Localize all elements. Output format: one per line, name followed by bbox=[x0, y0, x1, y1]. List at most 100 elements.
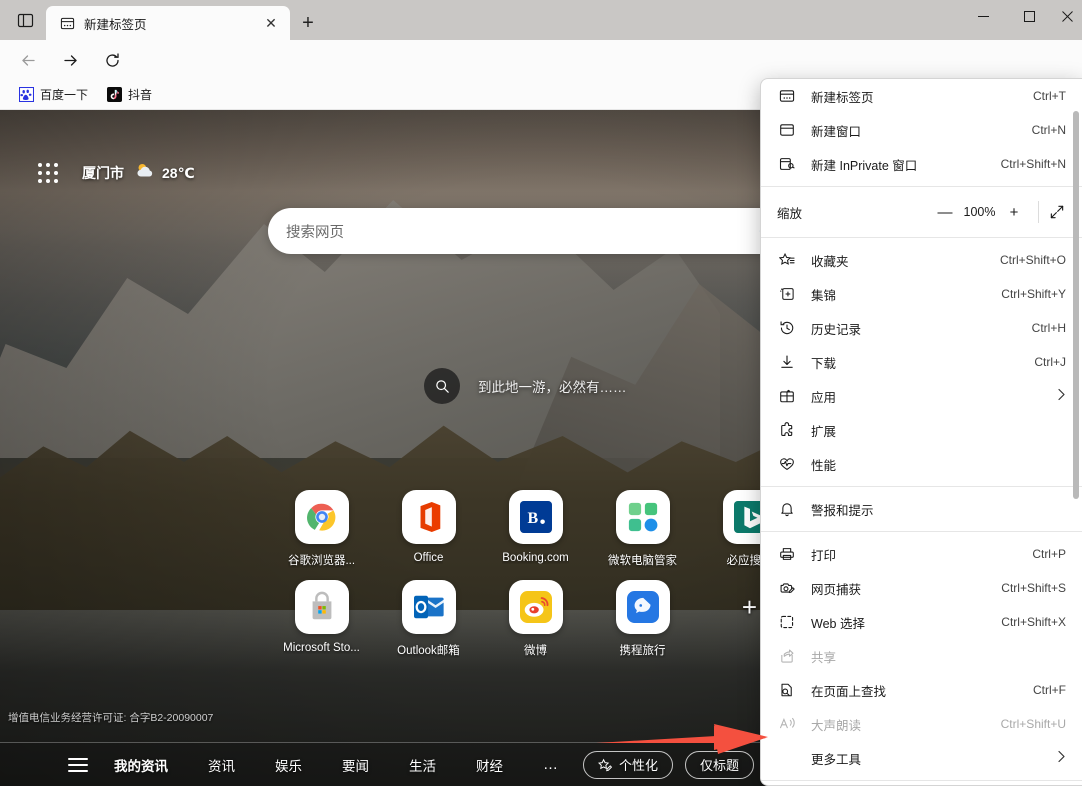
menu-label: 下载 bbox=[811, 356, 837, 371]
new-tab-icon bbox=[777, 86, 797, 106]
tile-microsoft-store[interactable]: Microsoft Sto... bbox=[268, 580, 375, 658]
menu-item-history[interactable]: 历史记录 Ctrl+H bbox=[761, 311, 1082, 345]
tab-title: 新建标签页 bbox=[84, 17, 147, 32]
menu-separator bbox=[761, 486, 1082, 487]
zoom-value: 100% bbox=[963, 205, 996, 219]
menu-item-collections[interactable]: 集锦 Ctrl+Shift+Y bbox=[761, 277, 1082, 311]
news-tab-entertainment[interactable]: 娱乐 bbox=[275, 755, 302, 775]
news-tab-news[interactable]: 资讯 bbox=[208, 755, 235, 775]
collections-icon bbox=[777, 284, 797, 304]
tile-office[interactable]: Office bbox=[375, 490, 482, 568]
menu-item-more-tools[interactable]: 更多工具 bbox=[761, 741, 1082, 775]
close-window-button[interactable] bbox=[1052, 0, 1082, 32]
download-icon bbox=[777, 352, 797, 372]
menu-shortcut: Ctrl+Shift+Y bbox=[1001, 287, 1066, 301]
menu-item-new-window[interactable]: 新建窗口 Ctrl+N bbox=[761, 113, 1082, 147]
tab-actions-icon[interactable] bbox=[10, 6, 40, 34]
weather-temperature: 28℃ bbox=[162, 164, 195, 181]
menu-item-new-tab[interactable]: 新建标签页 Ctrl+T bbox=[761, 79, 1082, 113]
tile-label: Booking.com bbox=[502, 552, 569, 564]
menu-item-web-capture[interactable]: 网页捕获 Ctrl+Shift+S bbox=[761, 571, 1082, 605]
back-arrow-icon[interactable] bbox=[14, 46, 42, 74]
news-tab-headlines[interactable]: 要闻 bbox=[342, 755, 369, 775]
menu-item-web-select[interactable]: Web 选择 Ctrl+Shift+X bbox=[761, 605, 1082, 639]
news-tab-life[interactable]: 生活 bbox=[409, 755, 436, 775]
menu-separator bbox=[761, 186, 1082, 187]
bookmark-item-baidu[interactable]: 百度一下 bbox=[10, 83, 96, 107]
menu-label: 警报和提示 bbox=[811, 503, 874, 518]
app-grid-icon[interactable] bbox=[38, 163, 58, 183]
menu-item-favorites[interactable]: 收藏夹 Ctrl+Shift+O bbox=[761, 243, 1082, 277]
zoom-label: 缩放 bbox=[777, 206, 803, 221]
browser-tab[interactable]: 新建标签页 ✕ bbox=[46, 6, 290, 40]
tile-row-2: Microsoft Sto... Outlook邮箱 微博 携程旅行 + bbox=[268, 580, 828, 670]
zoom-out-button[interactable]: — bbox=[931, 198, 958, 226]
image-caption[interactable]: 到此地一游，必然有…… bbox=[424, 368, 627, 404]
menu-item-downloads[interactable]: 下载 Ctrl+J bbox=[761, 345, 1082, 379]
close-icon[interactable]: ✕ bbox=[260, 12, 282, 34]
browser-settings-menu: 新建标签页 Ctrl+T 新建窗口 Ctrl+N 新建 InPrivate 窗口… bbox=[760, 78, 1082, 786]
title-bar: 新建标签页 ✕ + bbox=[0, 0, 1082, 40]
menu-shortcut: Ctrl+N bbox=[1031, 123, 1066, 137]
menu-label: 扩展 bbox=[811, 424, 837, 439]
shortcut-tiles: 谷歌浏览器... Office B Booking.com 微软电脑管家 必应搜… bbox=[268, 490, 828, 670]
share-icon bbox=[777, 646, 797, 666]
tile-label: Microsoft Sto... bbox=[283, 642, 360, 654]
tile-label: 微软电脑管家 bbox=[608, 555, 677, 567]
image-search-icon[interactable] bbox=[424, 368, 460, 404]
fullscreen-icon[interactable] bbox=[1045, 198, 1070, 226]
partly-cloudy-icon bbox=[134, 162, 158, 184]
web-select-icon bbox=[777, 612, 797, 632]
chevron-right-icon bbox=[1057, 750, 1066, 766]
maximize-button[interactable] bbox=[1006, 0, 1052, 32]
annotation-arrow-icon bbox=[596, 724, 768, 754]
menu-item-print[interactable]: 打印 Ctrl+P bbox=[761, 537, 1082, 571]
new-tab-button[interactable]: + bbox=[294, 9, 322, 37]
tile-ctrip[interactable]: 携程旅行 bbox=[589, 580, 696, 658]
tile-label: Office bbox=[413, 552, 444, 564]
search-placeholder: 搜索网页 bbox=[286, 224, 344, 241]
hamburger-icon[interactable] bbox=[68, 757, 88, 772]
menu-shortcut: Ctrl+P bbox=[1032, 547, 1066, 561]
tile-booking[interactable]: B Booking.com bbox=[482, 490, 589, 568]
menu-scrollbar[interactable] bbox=[1073, 111, 1079, 499]
bell-icon bbox=[777, 499, 797, 519]
menu-item-find-on-page[interactable]: 在页面上查找 Ctrl+F bbox=[761, 673, 1082, 707]
menu-separator bbox=[761, 780, 1082, 781]
minimize-button[interactable] bbox=[960, 0, 1006, 32]
tile-weibo[interactable]: 微博 bbox=[482, 580, 589, 658]
zoom-in-button[interactable]: + bbox=[1000, 198, 1027, 226]
tile-outlook[interactable]: Outlook邮箱 bbox=[375, 580, 482, 658]
menu-label: 新建 InPrivate 窗口 bbox=[811, 158, 918, 173]
baidu-icon bbox=[18, 87, 34, 103]
extensions-icon bbox=[777, 420, 797, 440]
menu-shortcut: Ctrl+Shift+X bbox=[1001, 615, 1066, 629]
menu-item-apps[interactable]: 应用 bbox=[761, 379, 1082, 413]
office-icon bbox=[401, 490, 456, 544]
tile-chrome[interactable]: 谷歌浏览器... bbox=[268, 490, 375, 568]
history-icon bbox=[777, 318, 797, 338]
weather-widget[interactable]: 厦门市 28℃ bbox=[38, 162, 195, 184]
news-overflow-button[interactable]: … bbox=[543, 756, 559, 773]
search-input[interactable]: 搜索网页 bbox=[268, 208, 828, 254]
svg-text:B: B bbox=[527, 510, 538, 527]
menu-item-alerts[interactable]: 警报和提示 bbox=[761, 492, 1082, 526]
menu-shortcut: Ctrl+J bbox=[1034, 355, 1066, 369]
tile-pc-manager[interactable]: 微软电脑管家 bbox=[589, 490, 696, 568]
news-tab-my-feed[interactable]: 我的资讯 bbox=[114, 755, 168, 775]
reload-icon[interactable] bbox=[98, 46, 126, 74]
booking-icon: B bbox=[508, 490, 563, 544]
zoom-divider bbox=[1037, 201, 1039, 223]
menu-label: 应用 bbox=[811, 390, 837, 405]
menu-item-performance[interactable]: 性能 bbox=[761, 447, 1082, 481]
menu-item-extensions[interactable]: 扩展 bbox=[761, 413, 1082, 447]
bookmark-item-douyin[interactable]: 抖音 bbox=[98, 83, 160, 107]
inprivate-icon bbox=[777, 154, 797, 174]
forward-arrow-icon[interactable] bbox=[56, 46, 84, 74]
menu-label: 大声朗读 bbox=[811, 718, 862, 733]
caption-text: 到此地一游，必然有…… bbox=[478, 380, 627, 395]
menu-item-inprivate[interactable]: 新建 InPrivate 窗口 Ctrl+Shift+N bbox=[761, 147, 1082, 181]
new-tab-favicon-icon bbox=[58, 14, 76, 32]
news-tab-finance[interactable]: 财经 bbox=[476, 755, 503, 775]
menu-separator bbox=[761, 237, 1082, 238]
